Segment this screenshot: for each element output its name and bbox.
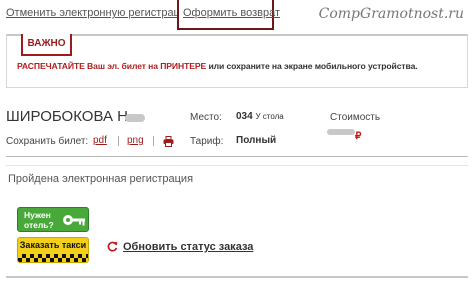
download-pdf-link[interactable]: pdf: [93, 135, 107, 146]
divider: [6, 156, 468, 157]
checker-pattern: [18, 254, 88, 262]
hotel-button[interactable]: Нужен отель?: [17, 207, 89, 232]
currency-sign: ₽: [355, 131, 362, 142]
seat-label: Место:: [190, 112, 222, 123]
separator: [153, 136, 154, 146]
seat-value: 034 У стола: [236, 111, 284, 122]
refresh-icon[interactable]: [107, 241, 118, 252]
tariff-value: Полный: [236, 135, 277, 146]
hotel-button-label: Нужен отель?: [24, 210, 54, 230]
notice-text-red: РАСПЕЧАТАЙТЕ Ваш эл. билет на ПРИНТЕРЕ: [17, 61, 207, 71]
seat-note: У стола: [255, 112, 284, 121]
save-ticket-label: Сохранить билет:: [6, 136, 89, 147]
divider: [6, 165, 468, 166]
taxi-button-label: Заказать такси: [19, 240, 87, 250]
passenger-name: ШИРОБОКОВА Н.: [6, 108, 133, 125]
separator: [118, 136, 119, 146]
watermark: CompGramotnost.ru: [318, 6, 464, 22]
registration-status: Пройдена электронная регистрация: [8, 173, 194, 185]
redacted-price: [327, 129, 355, 135]
key-icon: [63, 215, 85, 226]
refresh-status-link[interactable]: Обновить статус заказа: [123, 241, 253, 253]
tariff-label: Тариф:: [190, 136, 224, 147]
redacted-name: [125, 114, 145, 122]
taxi-button[interactable]: Заказать такси: [17, 237, 89, 263]
important-badge: ВАЖНО: [21, 34, 72, 56]
printer-icon[interactable]: [163, 136, 174, 147]
cancel-registration-link[interactable]: Отменить электронную регистрацию: [6, 7, 194, 19]
download-png-link[interactable]: png: [127, 135, 144, 146]
seat-number: 034: [236, 111, 253, 122]
notice-text-rest: или сохраните на экране мобильного устро…: [206, 61, 418, 71]
cost-label: Стоимость: [330, 112, 381, 123]
notice-text: РАСПЕЧАТАЙТЕ Ваш эл. билет на ПРИНТЕРЕ и…: [17, 61, 418, 71]
refund-link[interactable]: Оформить возврат: [183, 7, 280, 19]
important-notice: ВАЖНО РАСПЕЧАТАЙТЕ Ваш эл. билет на ПРИН…: [6, 34, 468, 88]
divider: [6, 276, 468, 278]
